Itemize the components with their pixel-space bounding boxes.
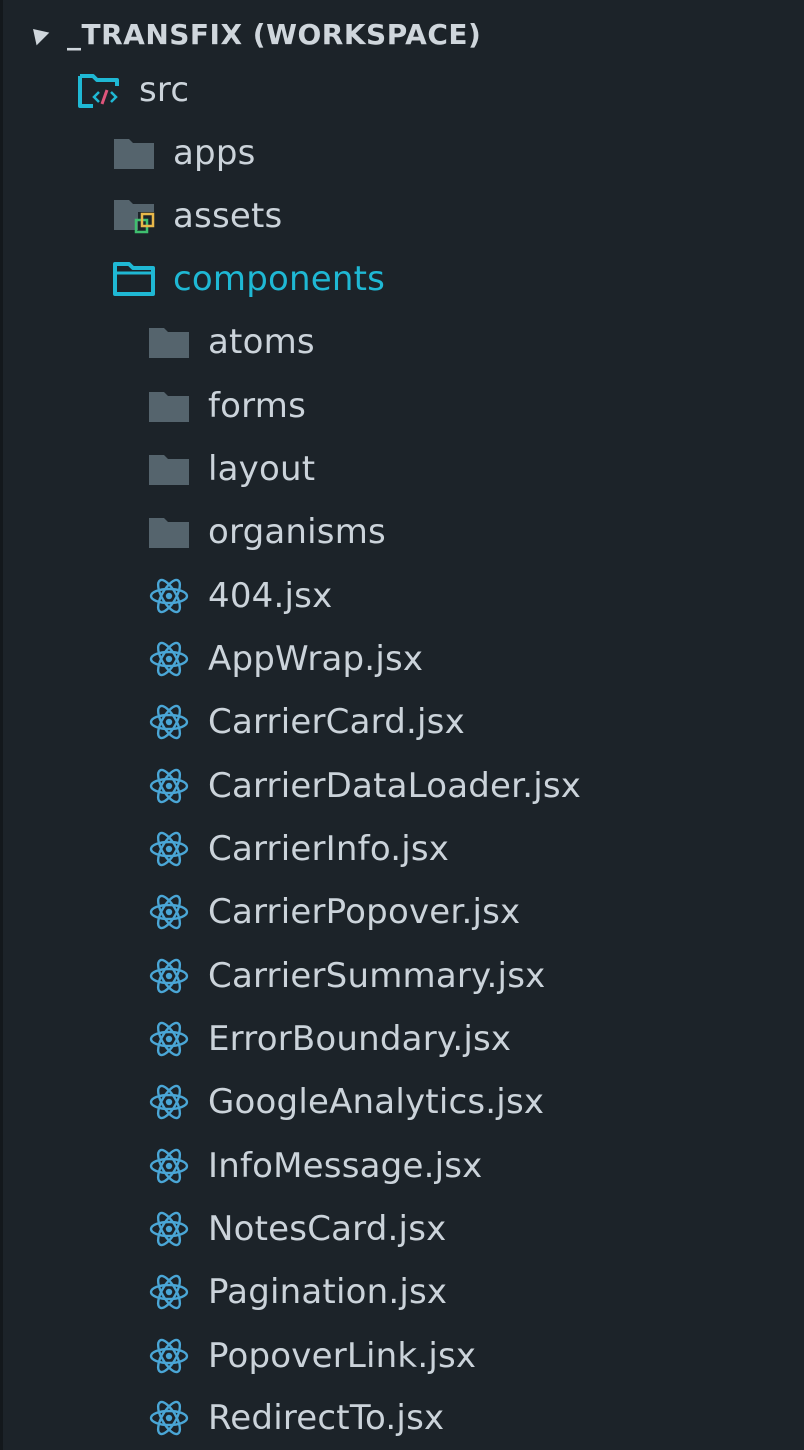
- tree-item-file[interactable]: 404.jsx: [3, 564, 804, 628]
- folder-icon: [146, 383, 192, 429]
- tree-item-label: atoms: [208, 322, 315, 362]
- tree-item-label: forms: [208, 386, 306, 426]
- react-icon: [146, 763, 192, 809]
- tree-item-label: CarrierCard.jsx: [208, 702, 465, 742]
- react-icon: [146, 699, 192, 745]
- tree-item-file[interactable]: PopoverLink.jsx: [3, 1324, 804, 1388]
- tree-item-layout[interactable]: layout: [3, 437, 804, 501]
- tree-item-file[interactable]: Pagination.jsx: [3, 1260, 804, 1324]
- tree-item-file[interactable]: AppWrap.jsx: [3, 627, 804, 691]
- tree-item-label: CarrierSummary.jsx: [208, 956, 546, 996]
- folder-icon: [146, 446, 192, 492]
- tree-item-label: organisms: [208, 512, 386, 552]
- react-icon: [146, 826, 192, 872]
- tree-item-label: Pagination.jsx: [208, 1272, 448, 1312]
- tree-item-file[interactable]: CarrierInfo.jsx: [3, 817, 804, 881]
- workspace-title: _TRANSFIX (WORKSPACE): [67, 17, 482, 51]
- tree-item-label: AppWrap.jsx: [208, 639, 424, 679]
- tree-item-file[interactable]: CarrierPopover.jsx: [3, 880, 804, 944]
- tree-item-label: components: [173, 259, 386, 299]
- tree-item-src[interactable]: src: [3, 58, 804, 122]
- tree-item-label: NotesCard.jsx: [208, 1209, 447, 1249]
- react-icon: [146, 1079, 192, 1125]
- react-icon: [146, 1206, 192, 1252]
- folder-icon: [146, 319, 192, 365]
- tree-item-assets[interactable]: assets: [3, 184, 804, 248]
- tree-item-label: CarrierDataLoader.jsx: [208, 766, 582, 806]
- source-folder-open-icon: [77, 67, 123, 113]
- tree-item-file[interactable]: RedirectTo.jsx: [3, 1386, 804, 1450]
- tree-item-file[interactable]: ErrorBoundary.jsx: [3, 1007, 804, 1071]
- tree-item-label: GoogleAnalytics.jsx: [208, 1082, 545, 1122]
- tree-item-apps[interactable]: apps: [3, 121, 804, 185]
- tree-item-file[interactable]: CarrierCard.jsx: [3, 690, 804, 754]
- tree-item-label: apps: [173, 133, 256, 173]
- react-icon: [146, 1395, 192, 1441]
- tree-item-forms[interactable]: forms: [3, 374, 804, 438]
- react-icon: [146, 573, 192, 619]
- tree-item-atoms[interactable]: atoms: [3, 310, 804, 374]
- tree-item-organisms[interactable]: organisms: [3, 500, 804, 564]
- react-icon: [146, 1143, 192, 1189]
- tree-item-label: assets: [173, 196, 283, 236]
- react-icon: [146, 953, 192, 999]
- react-icon: [146, 1016, 192, 1062]
- tree-item-file[interactable]: CarrierDataLoader.jsx: [3, 754, 804, 818]
- react-icon: [146, 636, 192, 682]
- folder-icon: [146, 509, 192, 555]
- tree-item-label: 404.jsx: [208, 576, 333, 616]
- react-icon: [146, 1333, 192, 1379]
- tree-item-label: layout: [208, 449, 316, 489]
- react-icon: [146, 889, 192, 935]
- tree-item-file[interactable]: CarrierSummary.jsx: [3, 944, 804, 1008]
- tree-item-label: src: [139, 70, 190, 110]
- file-explorer: _TRANSFIX (WORKSPACE) src apps assets co…: [0, 0, 804, 1450]
- tree-item-file[interactable]: InfoMessage.jsx: [3, 1134, 804, 1198]
- tree-item-label: InfoMessage.jsx: [208, 1146, 483, 1186]
- tree-item-components[interactable]: components: [3, 247, 804, 311]
- react-icon: [146, 1269, 192, 1315]
- tree-item-file[interactable]: NotesCard.jsx: [3, 1197, 804, 1261]
- workspace-header[interactable]: _TRANSFIX (WORKSPACE): [3, 2, 804, 66]
- assets-folder-icon: [111, 193, 157, 239]
- tree-item-file[interactable]: GoogleAnalytics.jsx: [3, 1070, 804, 1134]
- folder-icon: [111, 130, 157, 176]
- folder-open-icon: [111, 256, 157, 302]
- tree-item-label: CarrierInfo.jsx: [208, 829, 450, 869]
- tree-item-label: ErrorBoundary.jsx: [208, 1019, 512, 1059]
- collapse-caret-icon[interactable]: [26, 22, 50, 46]
- tree-item-label: RedirectTo.jsx: [208, 1398, 445, 1438]
- tree-item-label: PopoverLink.jsx: [208, 1336, 477, 1376]
- tree-item-label: CarrierPopover.jsx: [208, 892, 521, 932]
